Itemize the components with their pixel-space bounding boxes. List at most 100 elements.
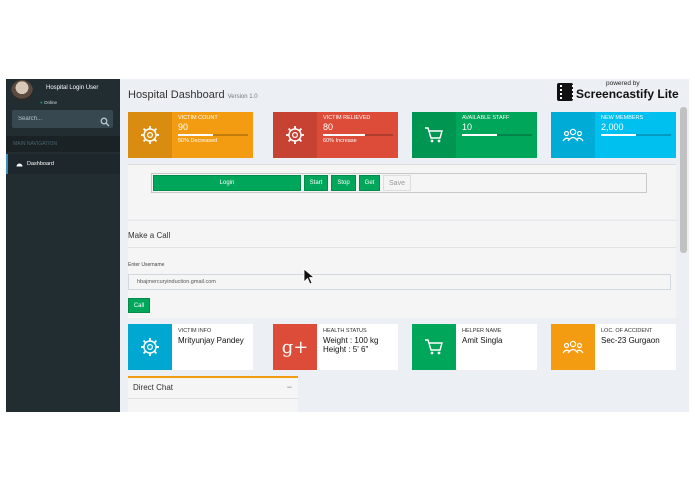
stat-description: 50% Decreased [178,138,218,144]
main-content: Hospital Dashboard Version 1.0 powered by… [120,79,689,412]
avatar[interactable] [11,80,33,102]
status-dot-icon: ● [40,100,43,105]
stat-icon-wrap [128,112,172,158]
collapse-button[interactable]: − [287,382,292,392]
stat-value: 90 [178,122,189,132]
detail-line: Height : 5' 6" [323,345,369,354]
detail-box-victim-info: VICTIM INFO Mrityunjay Pandey [128,324,253,370]
start-button[interactable]: Start [304,175,328,191]
stat-box-victim-count: VICTIM COUNT 90 50% Decreased [128,112,253,158]
detail-box-health-status: g+ HEALTH STATUS Weight : 100 kg Height … [273,324,398,370]
stat-progress-bar [178,134,213,136]
stat-description: 60% Increase [323,138,357,144]
stat-value: 10 [462,122,473,132]
divider [128,398,298,399]
letterbox-bottom [0,412,695,494]
sidebar-item-label: Dashboard [27,161,54,167]
call-button[interactable]: Call [128,298,150,313]
detail-label: HELPER NAME [462,328,502,334]
direct-chat-panel: Direct Chat − [128,376,298,412]
page-version: Version 1.0 [227,94,258,100]
watermark-small-text: powered by [606,80,640,87]
divider [128,247,676,248]
controls-bar: Login Start Stop Get Save [151,173,647,193]
username-label: Enter Username [128,262,165,268]
detail-box-accident-location: LOC. OF ACCIDENT Sec-23 Gurgaon [551,324,676,370]
get-button[interactable]: Get [359,175,380,191]
cart-icon [425,339,443,355]
stat-progress [462,134,532,136]
stat-box-new-members: NEW MEMBERS 2,000 [551,112,676,158]
save-button[interactable]: Save [383,175,411,191]
detail-line: Amit Singla [462,336,503,345]
direct-chat-title: Direct Chat [133,383,174,392]
film-icon [557,83,574,101]
detail-box-helper-name: HELPER NAME Amit Singla [412,324,537,370]
search-input[interactable] [12,110,97,128]
letterbox-top [0,0,695,79]
stat-progress [601,134,671,136]
google-plus-icon: g+ [281,336,309,358]
stat-label: VICTIM COUNT [178,115,218,121]
gear-icon [141,126,159,144]
users-icon [562,128,584,142]
page-title: Hospital Dashboard Version 1.0 [128,89,258,101]
stat-label: NEW MEMBERS [601,115,644,121]
stat-progress-bar [601,134,636,136]
page-title-text: Hospital Dashboard [128,89,225,101]
detail-label: LOC. OF ACCIDENT [601,328,653,334]
stat-box-victim-relieved: VICTIM RELIEVED 80 60% Increase [273,112,398,158]
user-panel: Hospital Login User ● Online [6,79,120,107]
user-status-text: Online [43,100,57,105]
search-icon [100,117,110,127]
detail-label: VICTIM INFO [178,328,212,334]
detail-value: Weight : 100 kg Height : 5' 6" [323,336,378,354]
stat-icon-wrap [551,112,595,158]
detail-icon-wrap [412,324,456,370]
screencastify-watermark: powered by Screencastify Lite [555,80,687,104]
detail-value: Sec-23 Gurgaon [601,336,660,345]
make-call-title: Make a Call [128,231,171,240]
username-input[interactable] [128,274,671,290]
users-icon [562,340,584,354]
detail-icon-wrap [551,324,595,370]
login-button[interactable]: Login [153,175,301,191]
app-window: Hospital Login User ● Online MAIN NAVIGA… [6,79,689,412]
stat-label: AVAILABLE STAFF [462,115,510,121]
detail-line: Mrityunjay Pandey [178,336,244,345]
stat-progress [323,134,393,136]
sidebar: Hospital Login User ● Online MAIN NAVIGA… [6,79,120,412]
stat-label: VICTIM RELIEVED [323,115,371,121]
gear-icon [286,126,304,144]
stat-progress-bar [462,134,497,136]
stat-value: 80 [323,122,334,132]
stat-progress-bar [323,134,365,136]
search-button[interactable] [100,114,110,127]
mouse-cursor-icon [303,268,316,285]
controls-panel: Login Start Stop Get Save [128,164,676,219]
detail-line: Weight : 100 kg [323,336,379,345]
stat-icon-wrap [273,112,317,158]
detail-line: Sec-23 Gurgaon [601,336,660,345]
stat-progress [178,134,248,136]
dashboard-icon [16,163,23,167]
stat-box-available-staff: AVAILABLE STAFF 10 [412,112,537,158]
scrollbar-thumb[interactable] [680,107,687,253]
sidebar-item-dashboard[interactable]: Dashboard [6,154,120,174]
detail-value: Amit Singla [462,336,502,345]
detail-value: Mrityunjay Pandey [178,336,244,345]
user-name: Hospital Login User [46,85,99,91]
user-status: ● Online [40,100,57,105]
stat-icon-wrap [412,112,456,158]
nav-header: MAIN NAVIGATION [6,136,120,152]
make-call-panel: Make a Call Enter Username Call [128,220,676,318]
watermark-brand-text: Screencastify Lite [576,87,679,101]
gear-icon [141,338,159,356]
detail-icon-wrap [128,324,172,370]
detail-icon-wrap: g+ [273,324,317,370]
detail-label: HEALTH STATUS [323,328,367,334]
stop-button[interactable]: Stop [331,175,356,191]
stat-value: 2,000 [601,122,624,132]
cart-icon [425,127,443,143]
sidebar-search [12,110,113,128]
